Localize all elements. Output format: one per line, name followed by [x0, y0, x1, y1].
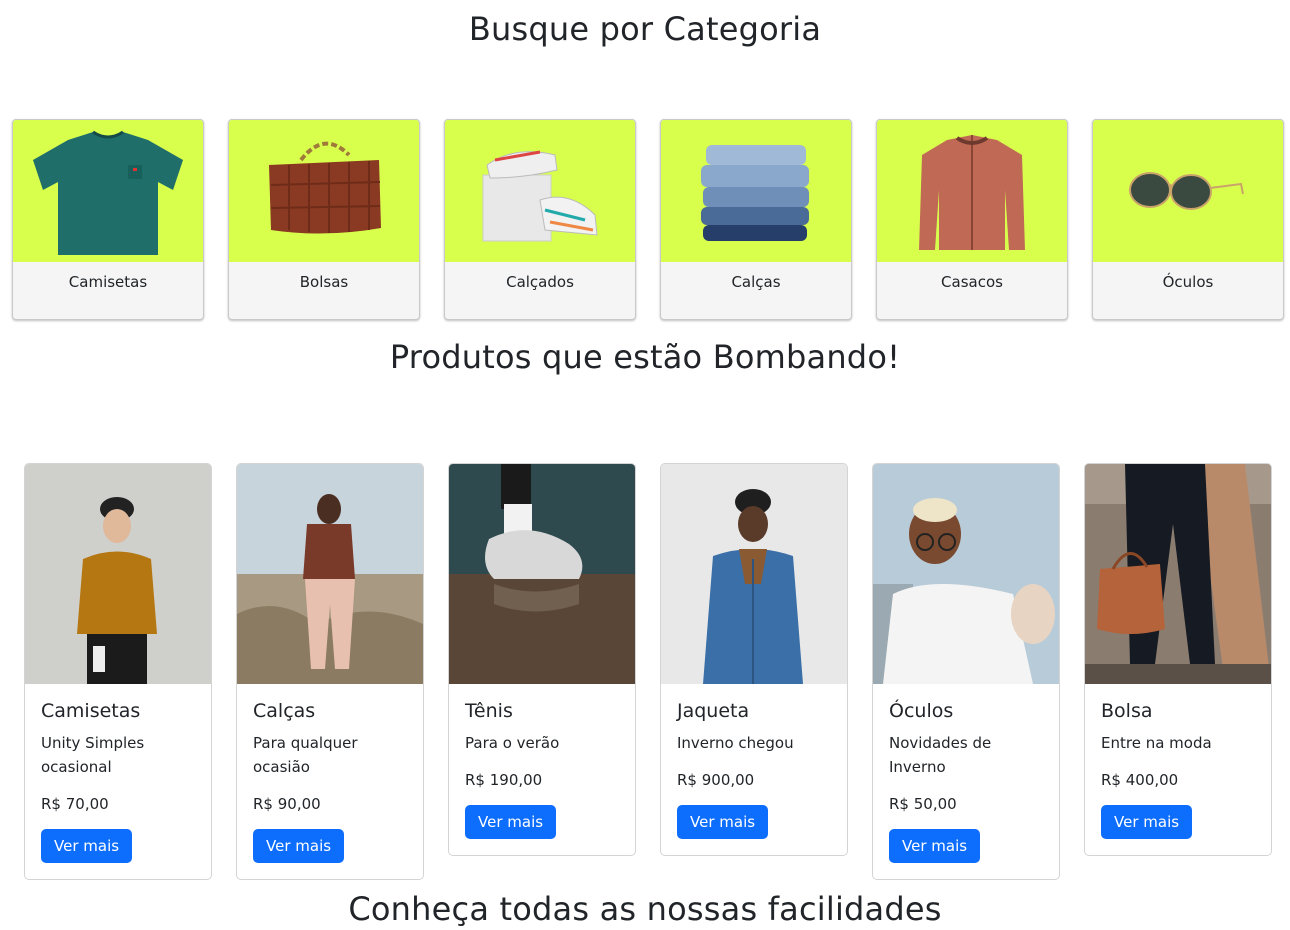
category-card-casacos[interactable]: Casacos — [876, 119, 1068, 320]
product-price: R$ 70,00 — [41, 795, 109, 813]
category-list: Camisetas Bolsas Calçados Calças Casacos… — [12, 119, 1284, 321]
product-description: Unity Simples ocasional — [41, 734, 145, 776]
product-title: Calças — [253, 700, 316, 722]
woman-pink-pants-photo — [237, 464, 423, 684]
product-description: Entre na moda — [1101, 734, 1212, 752]
product-card-camisetas: Camisetas Unity Simples ocasional R$ 70,… — [24, 463, 212, 880]
category-label: Calças — [731, 273, 781, 291]
ver-mais-button[interactable]: Ver mais — [253, 829, 345, 863]
product-card-calcas: Calças Para qualquer ocasião R$ 90,00 Ve… — [236, 463, 424, 880]
product-card-jaqueta: Jaqueta Inverno chegou R$ 900,00 Ver mai… — [660, 463, 848, 856]
product-price: R$ 90,00 — [253, 795, 321, 813]
jeans-image — [661, 120, 851, 262]
categories-title: Busque por Categoria — [468, 10, 822, 48]
category-card-bolsas[interactable]: Bolsas — [228, 119, 420, 320]
sneakers-image — [445, 120, 635, 262]
product-title: Jaqueta — [677, 700, 750, 722]
tshirt-image — [13, 120, 203, 262]
ver-mais-button[interactable]: Ver mais — [889, 829, 981, 863]
product-title: Óculos — [889, 700, 954, 722]
product-price: R$ 50,00 — [889, 795, 957, 813]
category-label: Casacos — [941, 273, 1003, 291]
product-price: R$ 400,00 — [1101, 771, 1179, 789]
ver-mais-button[interactable]: Ver mais — [41, 829, 133, 863]
woman-brown-bag-photo — [1085, 464, 1271, 684]
category-label: Camisetas — [68, 273, 148, 291]
ver-mais-button[interactable]: Ver mais — [465, 805, 557, 839]
product-description: Inverno chegou — [677, 734, 794, 752]
product-title: Bolsa — [1101, 700, 1153, 722]
product-description: Novidades de Inverno — [889, 734, 992, 776]
product-card-bolsa: Bolsa Entre na moda R$ 400,00 Ver mais — [1084, 463, 1272, 856]
ver-mais-button[interactable]: Ver mais — [1101, 805, 1193, 839]
man-denim-jacket-photo — [661, 464, 847, 684]
category-card-calcados[interactable]: Calçados — [444, 119, 636, 320]
facilities-title: Conheça todas as nossas facilidades — [348, 890, 942, 928]
category-label: Óculos — [1162, 273, 1214, 291]
handbag-image — [229, 120, 419, 262]
category-card-camisetas[interactable]: Camisetas — [12, 119, 204, 320]
man-mustard-shirt-photo — [25, 464, 211, 684]
category-label: Calçados — [506, 273, 574, 291]
product-price: R$ 190,00 — [465, 771, 543, 789]
category-card-oculos[interactable]: Óculos — [1092, 119, 1284, 320]
category-card-calcas[interactable]: Calças — [660, 119, 852, 320]
product-description: Para qualquer ocasião — [253, 734, 358, 776]
jacket-image — [877, 120, 1067, 262]
category-label: Bolsas — [299, 273, 349, 291]
product-title: Tênis — [465, 700, 513, 722]
product-title: Camisetas — [41, 700, 141, 722]
products-title: Produtos que estão Bombando! — [389, 338, 901, 376]
product-description: Para o verão — [465, 734, 560, 752]
man-glasses-dog-photo — [873, 464, 1059, 684]
ver-mais-button[interactable]: Ver mais — [677, 805, 769, 839]
sunglasses-image — [1093, 120, 1283, 262]
sneaker-puddle-photo — [449, 464, 635, 684]
product-price: R$ 900,00 — [677, 771, 755, 789]
product-card-tenis: Tênis Para o verão R$ 190,00 Ver mais — [448, 463, 636, 856]
product-card-oculos: Óculos Novidades de Inverno R$ 50,00 Ver… — [872, 463, 1060, 880]
